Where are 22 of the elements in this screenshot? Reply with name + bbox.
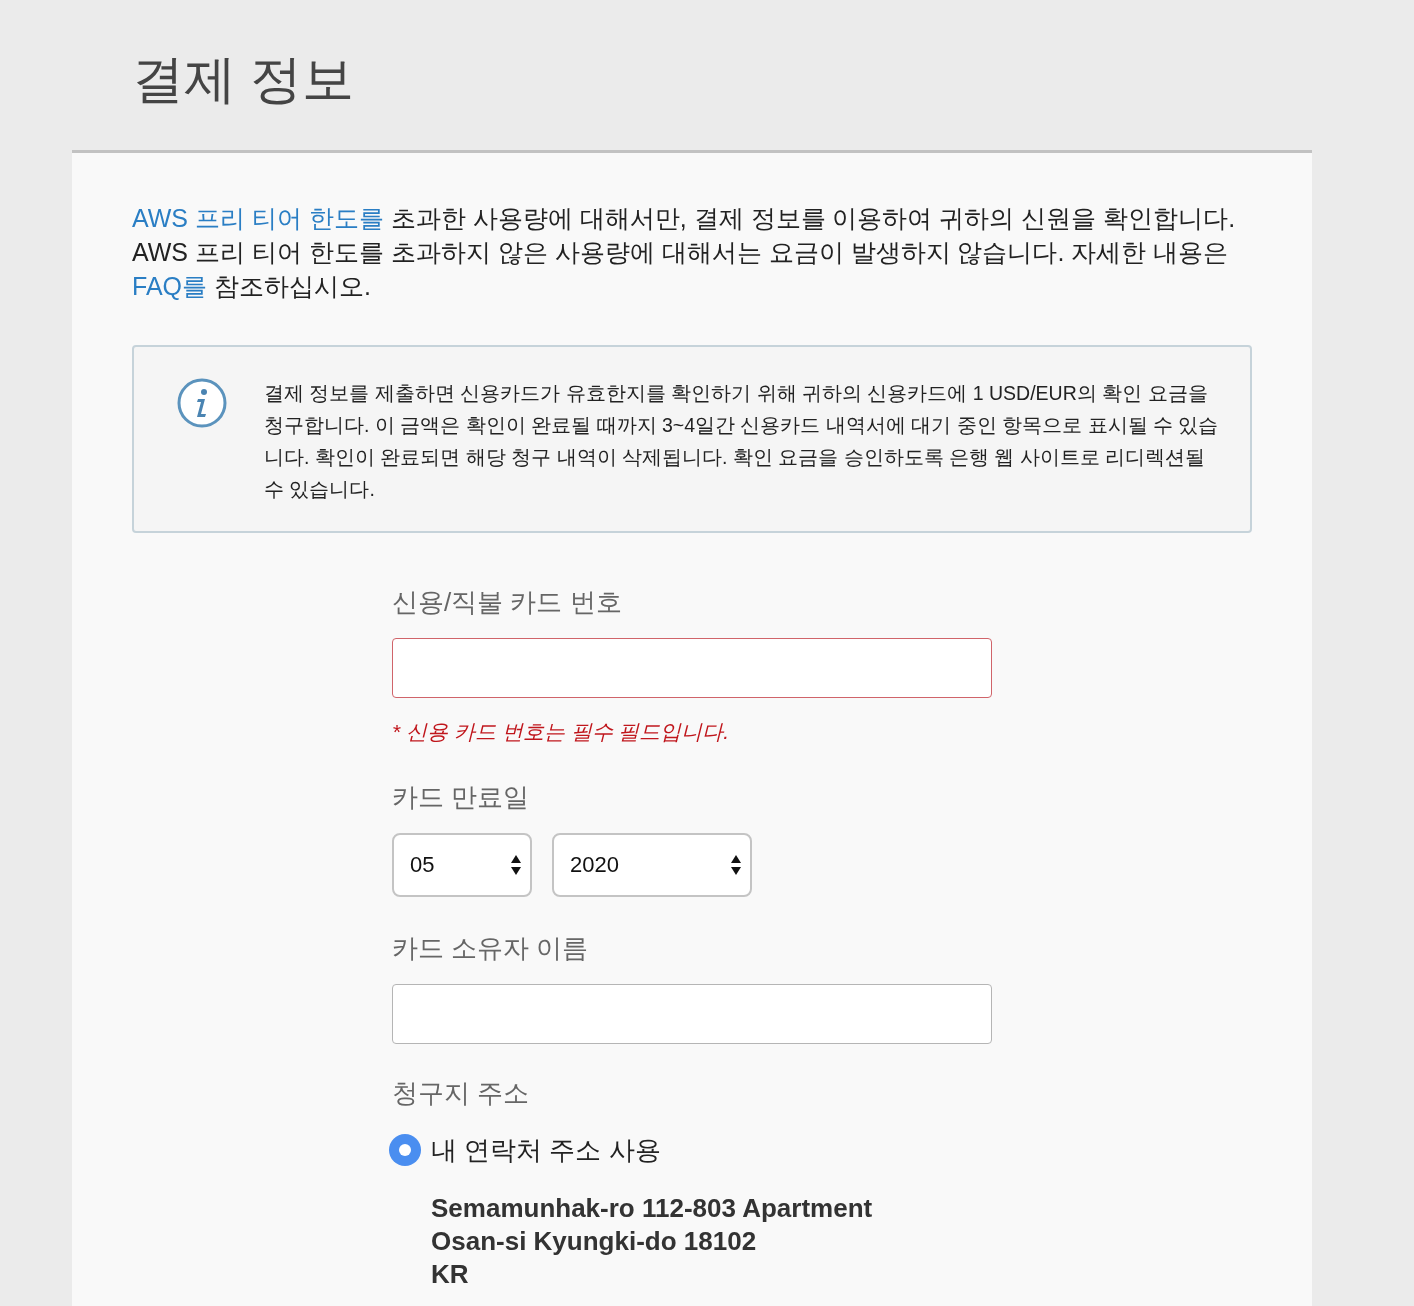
page-title: 결제 정보 (132, 49, 356, 110)
address-line: Semamunhak-ro 112-803 Apartment (431, 1191, 874, 1225)
link[interactable]: FAQ를 (132, 272, 207, 300)
field-label: 카드 소유자 이름 (392, 931, 590, 965)
month-select[interactable]: 05 (392, 832, 532, 897)
stepper-icon (730, 853, 742, 876)
address-line: Osan-si Kyungki-do 18102 (431, 1224, 758, 1258)
field-label: 신용/직불 카드 번호 (392, 586, 623, 619)
card-number-field[interactable] (392, 638, 992, 698)
field-label: 청구지 주소 (392, 1076, 531, 1110)
field-label: 카드 만료일 (392, 780, 531, 814)
info-text: 결제 정보를 제출하면 신용카드가 유효한지를 확인하기 위해 귀하의 신용카드에 1 USD/EUR의 확인 요금을 청구합니다. 이 금액은 확인이 완료될 때까지 3~4일간 신용카드 내역서에 대기 중인 항목으로 표시될 수 있습니다. 확인이 완료되면 해당 청구 내역이 삭제됩니다. 확인 요금을 승인하도록 은행 웹 사이트로 리디렉션될 수 있습니다. (264, 381, 1220, 502)
stepper-icon (510, 853, 522, 876)
address-line: KR (431, 1257, 470, 1291)
radio-label: 내 연락처 주소 사용 (431, 1133, 661, 1167)
info-icon (176, 377, 228, 429)
link[interactable]: AWS 프리 티어 한도를 (132, 204, 384, 232)
error-message: * 신용 카드 번호는 필수 필드입니다. (392, 719, 731, 745)
cardholder-field[interactable] (392, 983, 992, 1044)
radio-button[interactable] (389, 1134, 421, 1166)
year-select[interactable]: 2020 (552, 832, 752, 897)
intro-paragraph: AWS 프리 티어 한도를 초과한 사용량에 대해서만, 결제 정보를 이용하여 귀하의 신원을 확인합니다. AWS 프리 티어 한도를 초과하지 않은 사용량에 대해서는 요금이 발생하지 않습니다. 자세한 내용은 FAQ를 참조하십시오. (132, 203, 1237, 302)
